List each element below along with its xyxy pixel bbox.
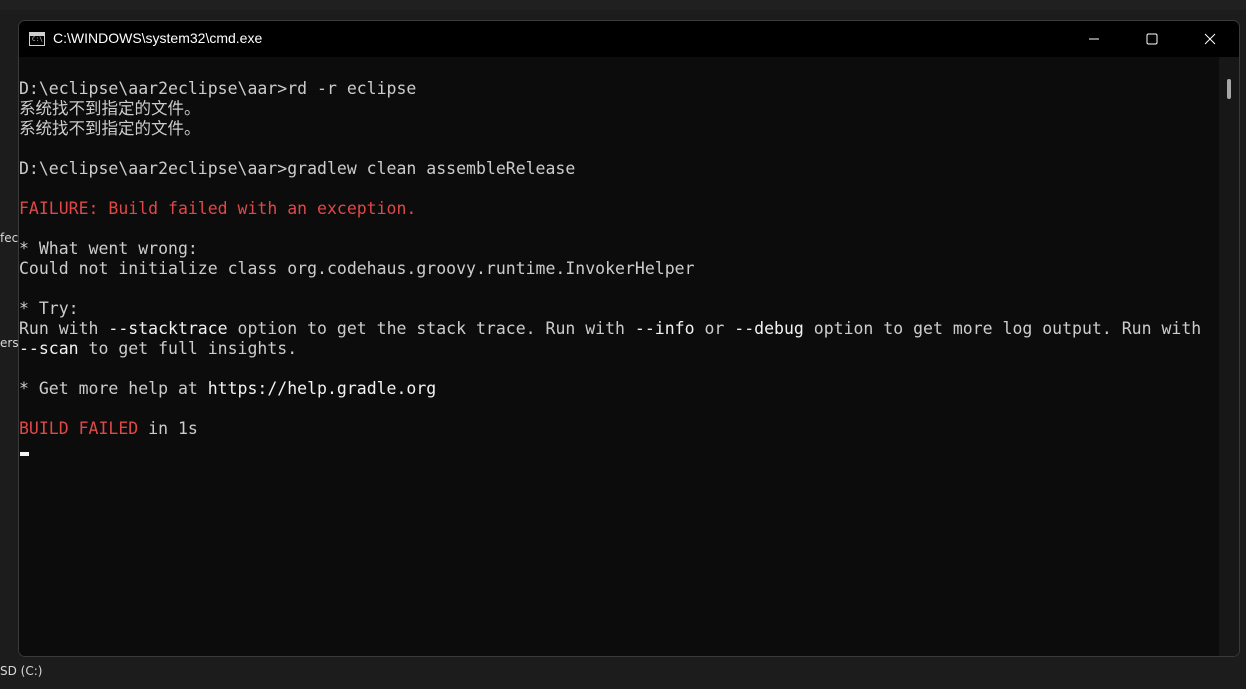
console-line: 系统找不到指定的文件。 — [19, 99, 201, 118]
console-error-text: BUILD FAILED — [19, 419, 139, 438]
console-link: https://help.gradle.org — [207, 379, 437, 398]
console-line: D:\eclipse\aar2eclipse\aar>rd -r eclipse — [19, 79, 417, 98]
console-output[interactable]: D:\eclipse\aar2eclipse\aar>rd -r eclipse… — [19, 57, 1219, 656]
title-bar[interactable]: C:\ C:\WINDOWS\system32\cmd.exe — [19, 21, 1239, 57]
console-option: --scan — [19, 339, 79, 358]
maximize-button[interactable] — [1123, 21, 1181, 57]
console-text: option to get more log output. Run with — [803, 319, 1202, 338]
console-option: --info — [634, 319, 695, 338]
background-top-strip — [0, 0, 1246, 10]
console-line: * Get more help at https://help.gradle.o… — [19, 379, 436, 399]
console-line: --scan to get full insights. — [19, 339, 297, 359]
maximize-icon — [1146, 33, 1158, 45]
minimize-button[interactable] — [1065, 21, 1123, 57]
console-line: D:\eclipse\aar2eclipse\aar>gradlew clean… — [19, 159, 576, 178]
window-title: C:\WINDOWS\system32\cmd.exe — [53, 30, 263, 46]
background-drive-label[interactable]: SD (C:) — [0, 664, 42, 678]
console-line: 系统找不到指定的文件。 — [19, 119, 201, 138]
minimize-icon — [1089, 38, 1099, 40]
console-line: Run with --stacktrace option to get the … — [19, 319, 1201, 339]
console-text: * Get more help at — [19, 379, 208, 398]
console-line: * What went wrong: — [19, 239, 198, 258]
console-line: * Try: — [19, 299, 79, 318]
close-button[interactable] — [1181, 21, 1239, 57]
console-text: to get full insights. — [78, 339, 298, 358]
cmd-icon: C:\ — [29, 32, 45, 46]
console-text: in 1s — [138, 419, 198, 438]
close-icon — [1204, 33, 1216, 45]
background-text-fragment: ers — [0, 336, 19, 350]
console-text: or — [694, 319, 735, 338]
console-line: BUILD FAILED in 1s — [19, 419, 198, 439]
cmd-window: C:\ C:\WINDOWS\system32\cmd.exe D:\eclip… — [18, 20, 1240, 657]
console-error-line: FAILURE: Build failed with an exception. — [19, 199, 417, 218]
console-text: option to get the stack trace. Run with — [227, 319, 635, 338]
scrollbar-thumb[interactable] — [1227, 79, 1231, 99]
console-option: --debug — [734, 319, 804, 338]
console-option: --stacktrace — [108, 319, 228, 338]
vertical-scrollbar[interactable] — [1219, 57, 1239, 656]
text-cursor — [20, 452, 29, 456]
background-text-fragment: fec — [0, 231, 19, 245]
console-line: Could not initialize class org.codehaus.… — [19, 259, 695, 278]
console-text: Run with — [19, 319, 109, 338]
